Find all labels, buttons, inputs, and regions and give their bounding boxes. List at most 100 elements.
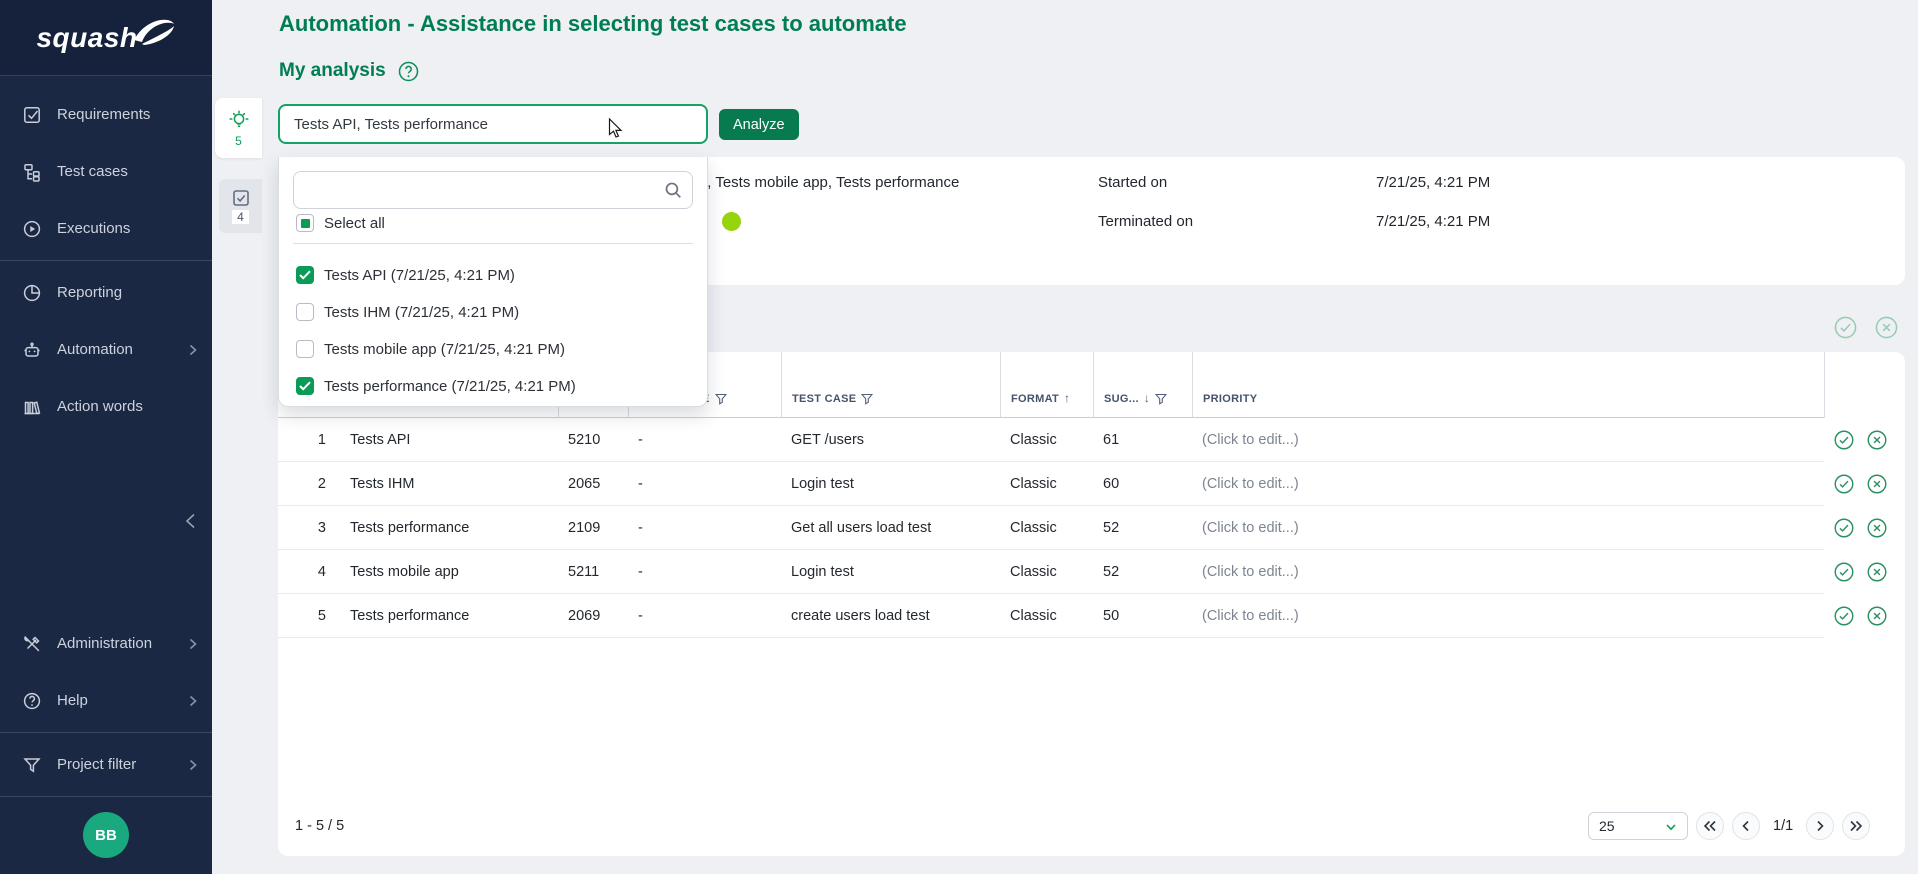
header-priority[interactable]: PRIORITY: [1192, 352, 1824, 418]
sidebar-item-requirements[interactable]: Requirements: [0, 86, 212, 143]
rows-range-info: 1 - 5 / 5: [295, 818, 344, 834]
sidebar-item-action-words[interactable]: Action words: [0, 378, 212, 435]
table-row[interactable]: 3 Tests performance 2109 - Get all users…: [278, 506, 1905, 550]
reject-row-icon[interactable]: [1867, 562, 1887, 582]
first-page-button[interactable]: [1696, 812, 1724, 840]
dropdown-option[interactable]: Tests mobile app (7/21/25, 4:21 PM): [296, 337, 565, 361]
tab-validated[interactable]: 4: [219, 179, 262, 233]
sidebar-divider: [0, 796, 212, 797]
reject-row-icon[interactable]: [1867, 518, 1887, 538]
cell-test-case: Login test: [781, 462, 1000, 506]
cell-actions: [1824, 418, 1905, 462]
row-number: 4: [278, 550, 340, 594]
sidebar-item-label: Test cases: [57, 163, 128, 180]
sidebar-item-help[interactable]: Help: [0, 672, 212, 729]
sidebar-item-label: Project filter: [57, 756, 136, 773]
filter-icon[interactable]: [715, 393, 727, 405]
analyze-button[interactable]: Analyze: [719, 109, 799, 140]
previous-page-button[interactable]: [1732, 812, 1760, 840]
validate-row-icon[interactable]: [1834, 606, 1854, 626]
logo-text: squash: [36, 22, 137, 54]
logo[interactable]: squash: [0, 0, 212, 76]
dropdown-option[interactable]: Tests IHM (7/21/25, 4:21 PM): [296, 300, 519, 324]
validate-all-icon[interactable]: [1834, 316, 1857, 339]
option-checkbox[interactable]: [296, 340, 314, 358]
tab-suggestions[interactable]: 5: [215, 98, 262, 158]
cell-priority[interactable]: (Click to edit...): [1192, 594, 1824, 638]
cell-reference: -: [628, 418, 781, 462]
last-page-button[interactable]: [1842, 812, 1870, 840]
sidebar-item-label: Help: [57, 692, 88, 709]
chevron-right-icon: [188, 759, 198, 771]
sidebar-item-project-filter[interactable]: Project filter: [0, 736, 212, 793]
option-checkbox[interactable]: [296, 303, 314, 321]
requirements-icon: [22, 105, 42, 125]
filter-icon[interactable]: [861, 393, 873, 405]
sort-desc-icon[interactable]: ↓: [1144, 391, 1150, 405]
sidebar-item-label: Action words: [57, 398, 143, 415]
validate-row-icon[interactable]: [1834, 474, 1854, 494]
logo-swoosh-icon: [132, 16, 176, 46]
cell-actions: [1824, 506, 1905, 550]
reject-row-icon[interactable]: [1867, 430, 1887, 450]
filter-icon[interactable]: [1155, 393, 1167, 405]
table-row[interactable]: 5 Tests performance 2069 - create users …: [278, 594, 1905, 638]
page-size-select[interactable]: 25: [1588, 812, 1688, 840]
select-all-checkbox[interactable]: [296, 214, 314, 232]
sidebar-item-label: Requirements: [57, 106, 150, 123]
cell-test-case: Login test: [781, 550, 1000, 594]
cell-priority[interactable]: (Click to edit...): [1192, 506, 1824, 550]
dropdown-search-input[interactable]: [293, 171, 693, 209]
reject-all-icon[interactable]: [1875, 316, 1898, 339]
cell-reference: -: [628, 550, 781, 594]
header-test-case[interactable]: TEST CASE: [781, 352, 1000, 418]
avatar[interactable]: BB: [83, 812, 129, 858]
option-label: Tests IHM (7/21/25, 4:21 PM): [324, 304, 519, 321]
option-label: Tests mobile app (7/21/25, 4:21 PM): [324, 341, 565, 358]
lightbulb-icon: [227, 109, 251, 133]
row-number: 1: [278, 418, 340, 462]
started-on-label: Started on: [1098, 174, 1167, 191]
dropdown-option[interactable]: Tests API (7/21/25, 4:21 PM): [296, 263, 515, 287]
reject-row-icon[interactable]: [1867, 474, 1887, 494]
sidebar: squash Requirements Test cases Execution…: [0, 0, 212, 874]
cell-test-case: Get all users load test: [781, 506, 1000, 550]
option-checkbox[interactable]: [296, 266, 314, 284]
sidebar-item-reporting[interactable]: Reporting: [0, 264, 212, 321]
sidebar-item-test-cases[interactable]: Test cases: [0, 143, 212, 200]
project-select-input[interactable]: Tests API, Tests performance: [278, 104, 708, 144]
row-number: 2: [278, 462, 340, 506]
cell-priority[interactable]: (Click to edit...): [1192, 418, 1824, 462]
header-format[interactable]: FORMAT ↑: [1000, 352, 1093, 418]
option-checkbox[interactable]: [296, 377, 314, 395]
cell-project: Tests mobile app: [340, 550, 558, 594]
validate-row-icon[interactable]: [1834, 430, 1854, 450]
terminated-on-value: 7/21/25, 4:21 PM: [1376, 213, 1490, 230]
sidebar-divider: [0, 732, 212, 733]
cell-format: Classic: [1000, 418, 1093, 462]
cell-priority[interactable]: (Click to edit...): [1192, 550, 1824, 594]
row-number: 3: [278, 506, 340, 550]
table-row[interactable]: 2 Tests IHM 2065 - Login test Classic 60…: [278, 462, 1905, 506]
validate-row-icon[interactable]: [1834, 518, 1854, 538]
sort-asc-icon[interactable]: ↑: [1064, 391, 1070, 405]
header-suggested-score[interactable]: SUG... ↓: [1093, 352, 1192, 418]
cell-test-case: create users load test: [781, 594, 1000, 638]
validate-row-icon[interactable]: [1834, 562, 1854, 582]
select-all-option[interactable]: Select all: [296, 211, 385, 235]
sidebar-item-automation[interactable]: Automation: [0, 321, 212, 378]
dropdown-option[interactable]: Tests performance (7/21/25, 4:21 PM): [296, 374, 576, 398]
table-row[interactable]: 4 Tests mobile app 5211 - Login test Cla…: [278, 550, 1905, 594]
sidebar-item-administration[interactable]: Administration: [0, 615, 212, 672]
app-root: squash Requirements Test cases Execution…: [0, 0, 1918, 874]
cell-format: Classic: [1000, 550, 1093, 594]
table-row[interactable]: 1 Tests API 5210 - GET /users Classic 61…: [278, 418, 1905, 462]
cell-actions: [1824, 462, 1905, 506]
cell-project: Tests performance: [340, 506, 558, 550]
cell-priority[interactable]: (Click to edit...): [1192, 462, 1824, 506]
section-help-icon[interactable]: [398, 61, 419, 82]
next-page-button[interactable]: [1806, 812, 1834, 840]
sidebar-collapse-button[interactable]: [178, 508, 202, 534]
reject-row-icon[interactable]: [1867, 606, 1887, 626]
sidebar-item-executions[interactable]: Executions: [0, 200, 212, 257]
